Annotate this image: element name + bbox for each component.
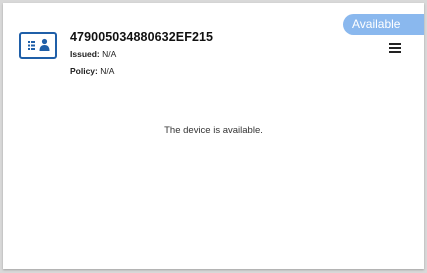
issued-label: Issued: <box>70 49 100 59</box>
hamburger-menu-icon[interactable] <box>388 41 404 55</box>
menu-line <box>389 51 401 53</box>
policy-row: Policy: N/A <box>70 66 114 76</box>
status-badge: Available <box>343 14 424 35</box>
menu-line <box>389 43 401 45</box>
policy-label: Policy: <box>70 66 98 76</box>
id-card-icon <box>19 32 57 59</box>
menu-line <box>389 47 401 49</box>
device-card: 479005034880632EF215 Issued: N/A Policy:… <box>3 3 424 269</box>
issued-value: N/A <box>102 49 117 59</box>
status-message: The device is available. <box>164 125 263 136</box>
device-id: 479005034880632EF215 <box>70 30 214 44</box>
policy-value: N/A <box>100 66 115 76</box>
issued-row: Issued: N/A <box>70 49 116 59</box>
